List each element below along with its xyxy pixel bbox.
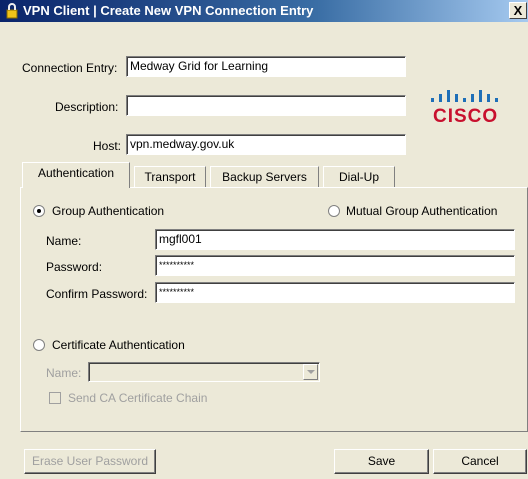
host-label: Host: — [93, 139, 122, 153]
tab-transport[interactable]: Transport — [134, 166, 206, 188]
cisco-bar — [471, 94, 474, 102]
mutual-auth-radio[interactable] — [328, 205, 340, 217]
mutual-auth-label[interactable]: Mutual Group Authentication — [346, 204, 497, 218]
cisco-logo-text: CISCO — [433, 106, 499, 127]
tab-dial-up[interactable]: Dial-Up — [323, 166, 395, 188]
cert-auth-radio[interactable] — [33, 339, 45, 351]
cisco-bars-icon — [431, 90, 498, 102]
cert-auth-label[interactable]: Certificate Authentication — [52, 338, 185, 352]
close-button[interactable]: X — [509, 2, 527, 19]
description-label: Description: — [55, 100, 119, 114]
send-ca-label[interactable]: Send CA Certificate Chain — [68, 391, 207, 405]
connection-entry-label: Connection Entry: — [22, 61, 118, 75]
vpn-lock-icon — [6, 3, 18, 19]
tab-authentication[interactable]: Authentication — [22, 162, 130, 188]
cisco-bar — [495, 98, 498, 102]
confirm-password-input[interactable]: ********** — [155, 282, 515, 303]
group-auth-label[interactable]: Group Authentication — [52, 204, 164, 218]
window-title: VPN Client | Create New VPN Connection E… — [23, 3, 314, 18]
cisco-bar — [447, 90, 450, 102]
cert-name-label: Name: — [46, 366, 82, 380]
title-bar: VPN Client | Create New VPN Connection E… — [0, 0, 528, 22]
cisco-bar — [439, 94, 442, 102]
description-input[interactable] — [126, 95, 406, 116]
password-label: Password: — [46, 260, 103, 274]
group-auth-radio[interactable] — [33, 205, 45, 217]
cert-name-select[interactable] — [88, 362, 320, 382]
save-button[interactable]: Save — [334, 449, 429, 474]
host-input[interactable]: vpn.medway.gov.uk — [126, 134, 406, 155]
cisco-bar — [463, 98, 466, 102]
cisco-bar — [431, 98, 434, 102]
send-ca-checkbox[interactable] — [49, 392, 61, 404]
password-input[interactable]: ********** — [155, 255, 515, 276]
connection-entry-input[interactable]: Medway Grid for Learning — [126, 56, 406, 77]
cancel-button[interactable]: Cancel — [433, 449, 527, 474]
cisco-bar — [479, 90, 482, 102]
cisco-bar — [455, 94, 458, 102]
name-input[interactable]: mgfl001 — [155, 229, 515, 250]
tab-backup-servers[interactable]: Backup Servers — [210, 166, 319, 188]
name-label: Name: — [46, 234, 82, 248]
confirm-password-label: Confirm Password: — [46, 287, 148, 301]
cisco-logo: CISCO — [425, 84, 510, 130]
chevron-down-icon[interactable] — [303, 364, 318, 380]
erase-password-button[interactable]: Erase User Password — [24, 449, 156, 474]
cisco-bar — [487, 94, 490, 102]
